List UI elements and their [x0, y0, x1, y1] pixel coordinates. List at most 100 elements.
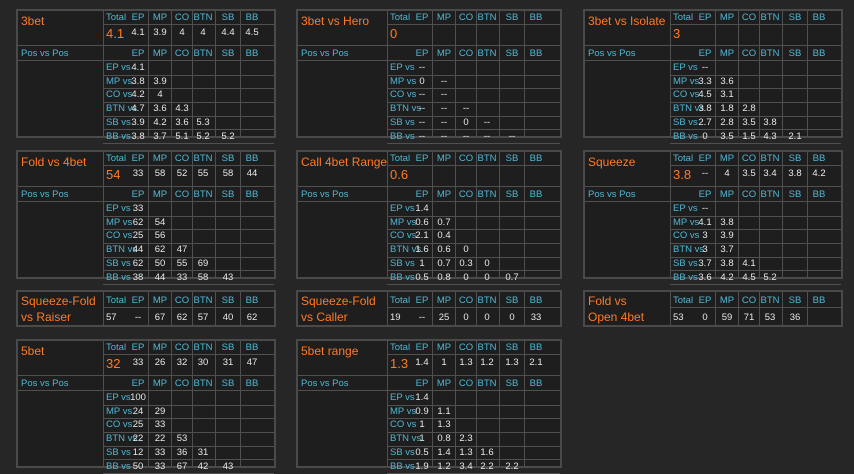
- stat-panel-call-4bet-range: Call 4bet Range Total 0.6 EP MP CO BTN SB BB Pos …: [296, 150, 562, 285]
- summary-sb: 3.8: [788, 168, 802, 179]
- header-mp: MP: [152, 153, 168, 164]
- matrix-cell: 1.4: [415, 392, 429, 403]
- matrix-cell: --: [701, 62, 709, 73]
- header-ep: EP: [415, 295, 429, 306]
- matrix-cell: 3.9: [720, 230, 734, 242]
- total-label: Total: [390, 12, 411, 23]
- row-label: EP vs: [106, 392, 131, 403]
- divider: [171, 11, 172, 45]
- summary-co: 32: [176, 357, 188, 368]
- divider: [103, 284, 274, 285]
- divider: [524, 45, 525, 136]
- divider: [499, 292, 500, 325]
- matrix-cell: 3.3: [698, 75, 712, 87]
- header-mp: MP: [719, 12, 735, 23]
- summary-sb: 0: [509, 312, 515, 323]
- header-ep: EP: [131, 153, 145, 164]
- divider: [298, 201, 560, 202]
- summary-co: 52: [176, 168, 188, 179]
- divider: [240, 45, 241, 136]
- divider: [499, 11, 500, 45]
- matrix-header-ep: EP: [131, 48, 145, 59]
- divider: [524, 11, 525, 45]
- summary-co: 71: [743, 312, 755, 323]
- total-label: Total: [673, 12, 694, 23]
- matrix-header-btn: BTN: [477, 189, 497, 200]
- divider: [432, 375, 433, 466]
- matrix-cell: 29: [154, 405, 166, 417]
- matrix-cell: 0.5: [415, 271, 429, 283]
- matrix-cell: 25: [132, 230, 144, 242]
- total-label: Total: [106, 342, 127, 353]
- matrix-cell: --: [440, 75, 448, 87]
- header-sb: SB: [505, 295, 519, 306]
- matrix-cell: 22: [154, 433, 166, 445]
- divider: [782, 152, 783, 186]
- stat-panel-3bet: 3bet Total 4.1 EP 4.1 MP 3.9 CO 4 BTN 4 SB 4.4 BB 4.5 P…: [16, 9, 276, 144]
- header-bb: BB: [245, 295, 259, 306]
- header-co: CO: [741, 12, 757, 23]
- matrix-cell: 3.7: [720, 244, 734, 256]
- divider: [455, 375, 456, 466]
- divider: [432, 186, 433, 277]
- divider: [759, 152, 760, 186]
- divider: [103, 45, 104, 136]
- divider: [807, 152, 808, 186]
- divider: [524, 341, 525, 375]
- matrix-cell: 22: [132, 433, 144, 445]
- header-co: CO: [174, 153, 190, 164]
- header-sb: SB: [221, 12, 235, 23]
- summary-ep: --: [418, 312, 426, 323]
- header-btn: BTN: [477, 342, 497, 353]
- header-bb: BB: [529, 295, 543, 306]
- panel-title: 5bet range: [301, 344, 359, 358]
- divider: [18, 45, 274, 46]
- summary-sb: 31: [222, 357, 234, 368]
- matrix-cell: 0.8: [437, 433, 451, 445]
- matrix-cell: 33: [154, 419, 166, 431]
- divider: [807, 45, 808, 136]
- divider: [738, 152, 739, 186]
- matrix-cell: 3.7: [698, 257, 712, 269]
- total-value: 3: [673, 26, 681, 41]
- divider: [455, 11, 456, 45]
- total-value: 3.8: [673, 167, 692, 182]
- matrix-cell: 12: [132, 446, 144, 458]
- matrix-cell: 1.5: [742, 130, 756, 142]
- panel-title: Call 4bet Range: [301, 155, 388, 169]
- matrix-cell: 0: [484, 271, 490, 283]
- row-label: EP vs: [390, 62, 415, 73]
- matrix-cell: 2.2: [480, 460, 494, 472]
- matrix-cell: 44: [132, 244, 144, 256]
- matrix-header-mp: MP: [152, 48, 168, 59]
- header-ep: EP: [131, 295, 145, 306]
- divider: [387, 341, 388, 375]
- matrix-header-mp: MP: [436, 48, 452, 59]
- matrix-cell: 2.1: [415, 230, 429, 242]
- divider: [103, 354, 274, 355]
- divider: [240, 341, 241, 375]
- divider: [524, 186, 525, 277]
- summary-btn: 0: [484, 312, 490, 323]
- matrix-header-co: CO: [458, 378, 474, 389]
- divider: [738, 292, 739, 325]
- matrix-header-btn: BTN: [193, 48, 213, 59]
- header-ep: EP: [415, 12, 429, 23]
- header-sb: SB: [221, 295, 235, 306]
- divider: [807, 186, 808, 277]
- matrix-header-ep: EP: [698, 48, 712, 59]
- matrix-cell: 1: [419, 257, 425, 269]
- summary-btn: 55: [197, 168, 209, 179]
- matrix-header-mp: MP: [719, 189, 735, 200]
- matrix-cell: 0: [463, 244, 469, 256]
- divider: [432, 292, 433, 325]
- matrix-cell: 3.1: [720, 89, 734, 101]
- matrix-cell: 33: [154, 446, 166, 458]
- summary-btn: 1.2: [480, 357, 494, 368]
- header-mp: MP: [436, 153, 452, 164]
- summary-bb: 4.2: [812, 168, 826, 179]
- stat-panel-squeeze: Squeeze Total 3.8 EP -- MP 4 CO 3.5 BTN 3.4 SB 3.8 BB…: [583, 150, 843, 285]
- divider: [738, 186, 739, 277]
- matrix-cell: 4.5: [698, 89, 712, 101]
- summary-bb: 33: [530, 312, 542, 323]
